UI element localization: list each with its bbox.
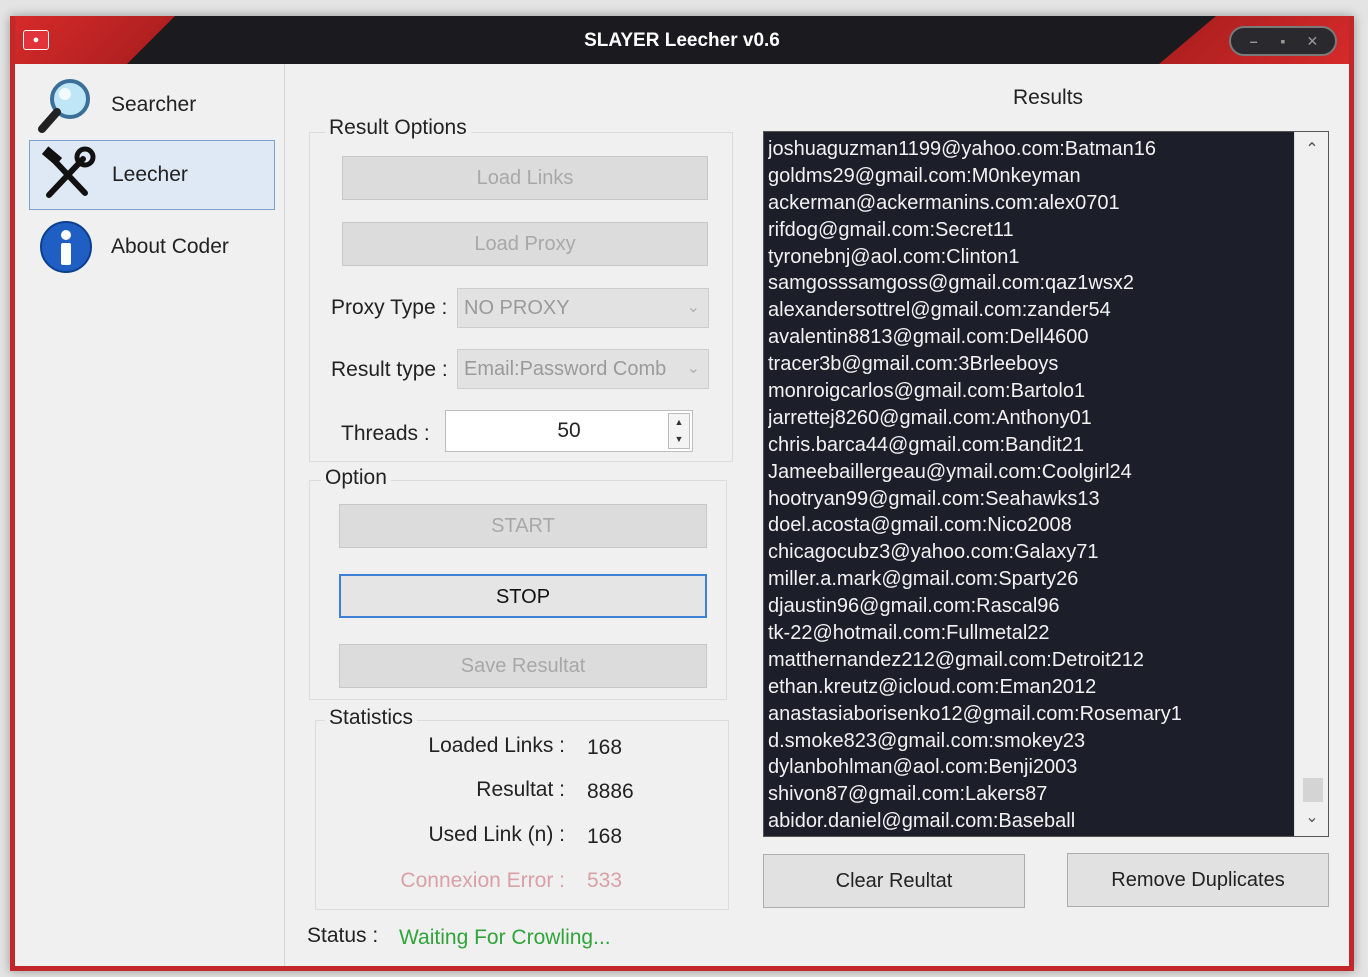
results-label: Results [1013, 86, 1084, 109]
result-line: hootryan99@gmail.com:Seahawks13 [768, 487, 1100, 510]
sidebar-item-label: About Coder [111, 235, 229, 258]
loaded-links-value: 168 [587, 736, 623, 759]
status-label: Status : [307, 924, 379, 947]
result-line: tyronebnj@aol.com:Clinton1 [768, 245, 1020, 268]
result-line: doel.acosta@gmail.com:Nico2008 [768, 514, 1072, 537]
result-line: dylanbohlman@aol.com:Benji2003 [768, 756, 1078, 779]
proxy-type-value: NO PROXY [464, 297, 570, 319]
result-line: rifdog@gmail.com:Secret11 [768, 218, 1014, 241]
remove-duplicates-button[interactable]: Remove Duplicates [1067, 853, 1329, 907]
result-line: monroigcarlos@gmail.com:Bartolo1 [768, 380, 1086, 403]
start-button[interactable]: START [339, 504, 707, 548]
results-textbox[interactable]: joshuaguzman1199@yahoo.com:Batman16 goldm… [763, 131, 1329, 837]
maximize-icon[interactable]: ▪ [1270, 33, 1296, 49]
sidebar-item-label: Searcher [111, 93, 197, 116]
result-line: tracer3b@gmail.com:3Brleeboys [768, 353, 1059, 376]
resultat-value: 8886 [587, 780, 634, 803]
result-line: alexandersottrel@gmail.com:zander54 [768, 299, 1111, 322]
sidebar-item-searcher[interactable]: Searcher [29, 70, 275, 140]
results-scrollbar[interactable]: ⌃ ⌄ [1294, 132, 1328, 836]
option-label: Option [321, 466, 391, 490]
window-title: SLAYER Leecher v0.6 [584, 30, 780, 51]
scroll-thumb[interactable] [1303, 778, 1323, 802]
result-line: avalentin8813@gmail.com:Dell4600 [768, 326, 1089, 349]
info-icon [35, 216, 97, 278]
result-line: abidor.daniel@gmail.com:Baseball [768, 810, 1076, 833]
result-line: shivon87@gmail.com:Lakers87 [768, 783, 1048, 806]
stepper-down-icon[interactable]: ▼ [669, 431, 689, 448]
load-links-button[interactable]: Load Links [342, 156, 708, 200]
magnifier-icon [35, 74, 97, 136]
result-line: samgosssamgoss@gmail.com:qaz1wsx2 [768, 272, 1134, 295]
result-type-value: Email:Password Comb [464, 358, 667, 380]
stepper-up-icon[interactable]: ▲ [669, 414, 689, 431]
result-options-label: Result Options [325, 116, 471, 140]
threads-input[interactable]: 50 ▲ ▼ [445, 410, 693, 452]
connexion-error-label: Connexion Error : [400, 869, 565, 892]
clear-resultat-button[interactable]: Clear Reultat [763, 854, 1025, 908]
result-line: chicagocubz3@yahoo.com:Galaxy71 [768, 541, 1099, 564]
sidebar: Searcher Leecher About Coder [15, 64, 285, 966]
result-type-select[interactable]: Email:Password Comb ⌄ [457, 349, 709, 389]
threads-value: 50 [557, 419, 581, 442]
save-resultat-button[interactable]: Save Resultat [339, 644, 707, 688]
chevron-down-icon: ⌄ [686, 299, 700, 316]
sidebar-item-leecher[interactable]: Leecher [29, 140, 275, 210]
used-link-value: 168 [587, 825, 623, 848]
result-line: Jameebaillergeau@ymail.com:Coolgirl24 [768, 460, 1132, 483]
result-line: djaustin96@gmail.com:Rascal96 [768, 595, 1060, 618]
sidebar-item-label: Leecher [112, 163, 188, 186]
result-line: ethan.kreutz@icloud.com:Eman2012 [768, 675, 1097, 698]
result-line: miller.a.mark@gmail.com:Sparty26 [768, 568, 1079, 591]
chevron-down-icon: ⌄ [686, 360, 700, 377]
proxy-type-label: Proxy Type : [331, 296, 448, 319]
stop-button[interactable]: STOP [339, 574, 707, 618]
result-line: d.smoke823@gmail.com:smokey23 [768, 729, 1086, 752]
result-line: jarrettej8260@gmail.com:Anthony01 [768, 406, 1092, 429]
app-window: ● SLAYER Leecher v0.6 – ▪ ✕ Searcher Lee… [10, 16, 1354, 971]
title-bar[interactable]: ● SLAYER Leecher v0.6 – ▪ ✕ [15, 16, 1349, 64]
result-line: matthernandez212@gmail.com:Detroit212 [768, 648, 1145, 671]
sidebar-item-about-coder[interactable]: About Coder [29, 212, 275, 282]
tools-icon [36, 144, 98, 206]
scroll-down-icon[interactable]: ⌄ [1295, 804, 1328, 832]
used-link-label: Used Link (n) : [428, 823, 565, 846]
window-controls: – ▪ ✕ [1229, 26, 1337, 56]
proxy-type-select[interactable]: NO PROXY ⌄ [457, 288, 709, 328]
threads-label: Threads : [341, 422, 430, 445]
results-list: joshuaguzman1199@yahoo.com:Batman16 goldm… [768, 136, 1296, 835]
close-icon[interactable]: ✕ [1299, 33, 1325, 50]
scroll-up-icon[interactable]: ⌃ [1295, 136, 1328, 164]
loaded-links-label: Loaded Links : [428, 734, 565, 757]
connexion-error-value: 533 [587, 869, 623, 892]
load-proxy-button[interactable]: Load Proxy [342, 222, 708, 266]
resultat-label: Resultat : [476, 778, 565, 801]
result-line: chris.barca44@gmail.com:Bandit21 [768, 433, 1085, 456]
threads-stepper[interactable]: ▲ ▼ [668, 413, 690, 449]
result-line: ackerman@ackermanins.com:alex0701 [768, 191, 1120, 214]
statistics-label: Statistics [325, 706, 418, 730]
result-line: goldms29@gmail.com:M0nkeyman [768, 164, 1081, 187]
status-value: Waiting For Crowling... [399, 926, 611, 949]
minimize-icon[interactable]: – [1241, 33, 1267, 49]
result-line: tk-22@hotmail.com:Fullmetal22 [768, 622, 1050, 645]
result-type-label: Result type : [331, 358, 448, 381]
result-line: anastasiaborisenko12@gmail.com:Rosemary1 [768, 702, 1182, 725]
result-line: joshuaguzman1199@yahoo.com:Batman16 [768, 138, 1156, 160]
